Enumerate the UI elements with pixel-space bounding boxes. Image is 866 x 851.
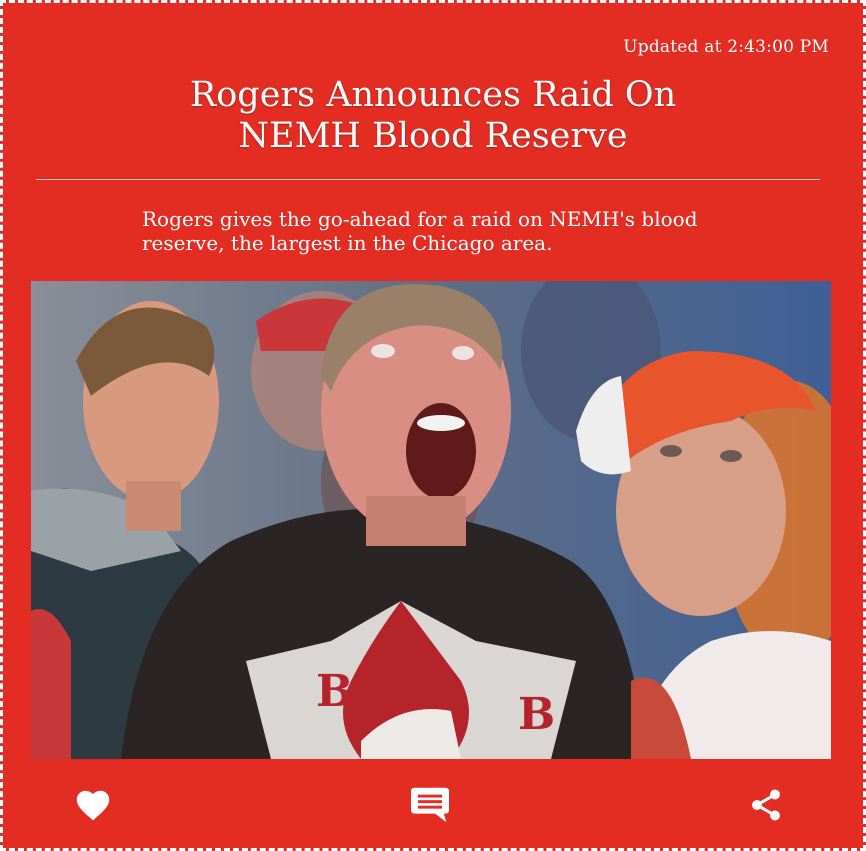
article-summary: Rogers gives the go-ahead for a raid on … bbox=[142, 207, 698, 255]
comment-button[interactable] bbox=[406, 779, 454, 831]
action-bar bbox=[3, 779, 866, 835]
article-photo: B B bbox=[31, 281, 831, 759]
shirt-letter-right: B bbox=[518, 689, 555, 740]
headline-line-1: Rogers Announces Raid On bbox=[189, 75, 677, 115]
news-card: Updated at 2:43:00 PM Rogers Announces R… bbox=[0, 0, 866, 851]
heart-icon bbox=[76, 790, 110, 821]
like-button[interactable] bbox=[69, 779, 117, 831]
headline: Rogers Announces Raid On NEMH Blood Rese… bbox=[63, 75, 803, 157]
divider bbox=[36, 179, 820, 180]
shirt-letter-left: B bbox=[316, 666, 353, 717]
updated-timestamp: Updated at 2:43:00 PM bbox=[623, 37, 829, 57]
comment-icon bbox=[411, 787, 449, 823]
headline-line-2: NEMH Blood Reserve bbox=[238, 116, 628, 156]
share-icon bbox=[752, 789, 780, 821]
share-button[interactable] bbox=[742, 779, 790, 831]
